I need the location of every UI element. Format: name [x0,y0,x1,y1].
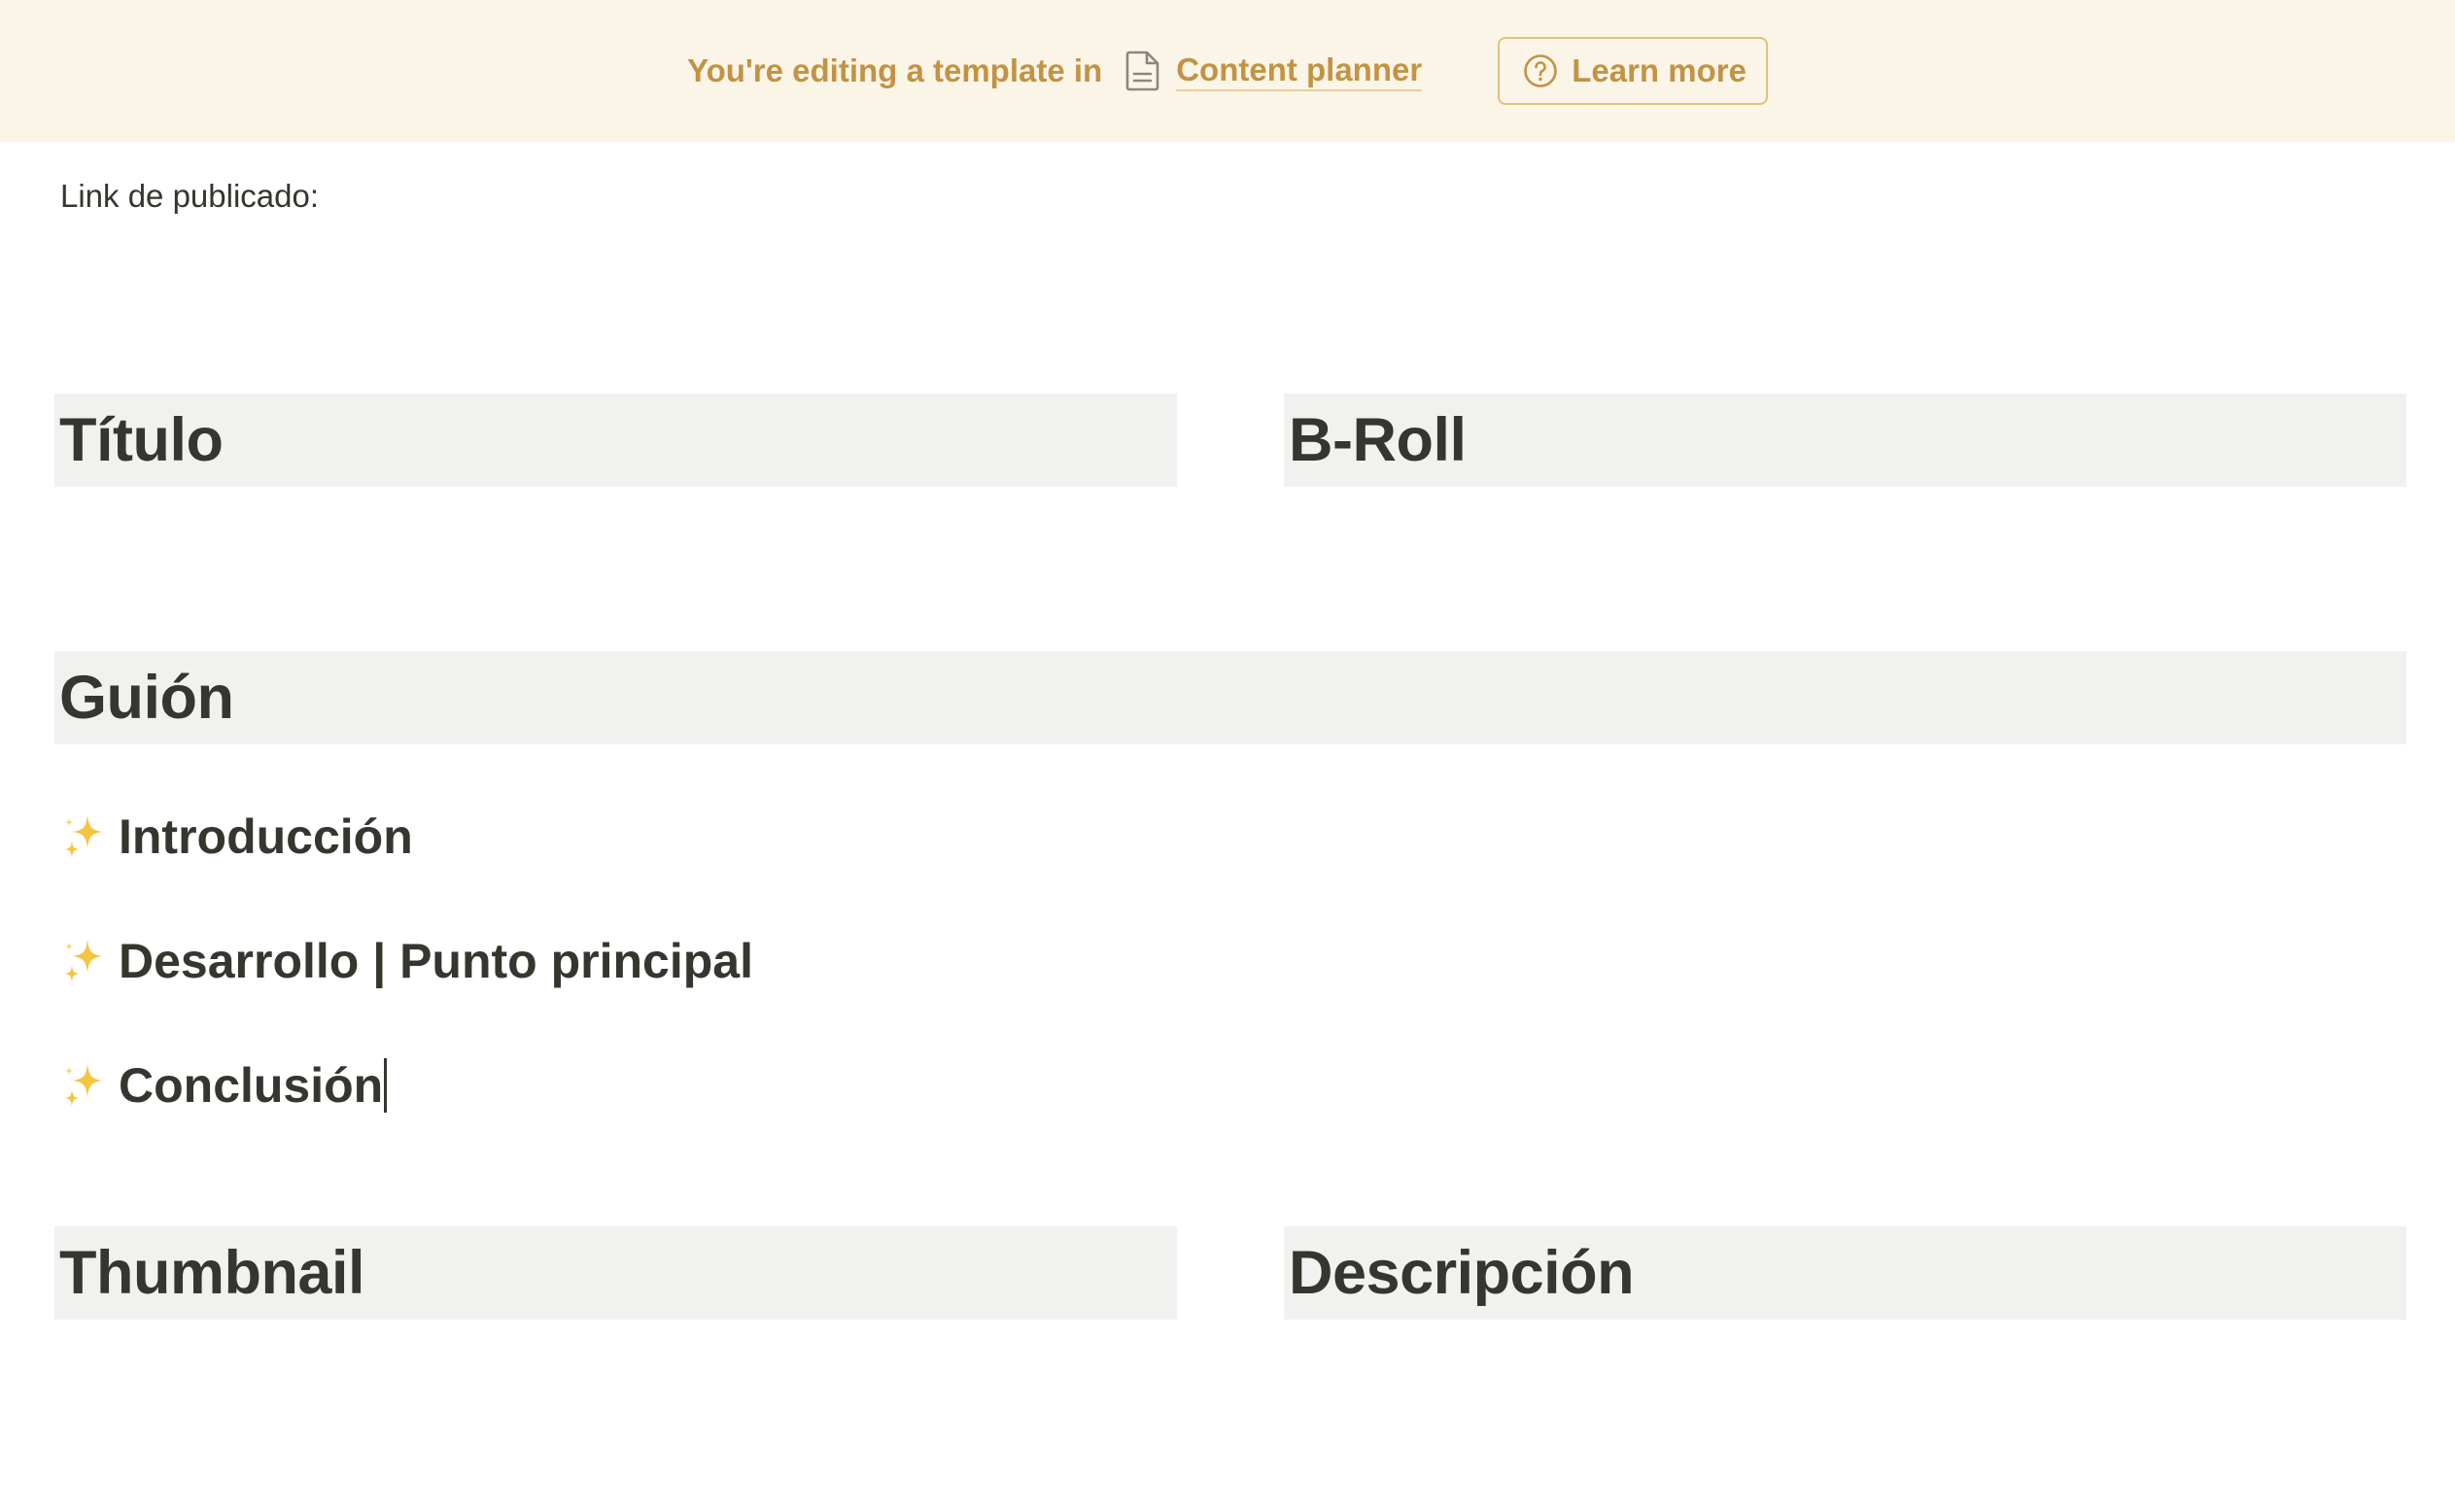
sparkles-icon [58,811,109,862]
template-banner: You're editing a template in Content pla… [0,0,2455,142]
section-label: Conclusión [119,1058,384,1113]
heading-guion[interactable]: Guión [54,651,2406,744]
template-banner-text: You're editing a template in [687,52,1103,88]
template-banner-content: You're editing a template in Content pla… [687,37,1768,105]
section-label: Desarrollo | Punto principal [119,934,753,988]
sparkles-icon [58,1060,109,1111]
content-planner-link[interactable]: Content planner [1176,52,1423,91]
section-label: Introducción [119,809,413,864]
published-link-property[interactable]: Link de publicado: [60,178,319,215]
heading-thumbnail-text: Thumbnail [59,1239,364,1307]
page-document-icon [1125,51,1160,91]
heading-broll[interactable]: B-Roll [1284,394,2406,487]
question-circle-icon [1523,53,1558,88]
heading-titulo[interactable]: Título [54,394,1177,487]
sparkles-icon [58,936,109,986]
heading-thumbnail[interactable]: Thumbnail [54,1226,1177,1320]
heading-guion-text: Guión [59,664,234,732]
heading-descripcion[interactable]: Descripción [1284,1226,2406,1320]
section-desarrollo[interactable]: Desarrollo | Punto principal [58,933,753,989]
section-conclusion[interactable]: Conclusión [58,1057,388,1114]
learn-more-label: Learn more [1572,52,1746,88]
heading-descripcion-text: Descripción [1289,1239,1635,1307]
learn-more-button[interactable]: Learn more [1498,37,1768,105]
text-cursor [384,1058,388,1113]
heading-titulo-text: Título [59,406,224,474]
heading-broll-text: B-Roll [1289,406,1467,474]
section-introduccion[interactable]: Introducción [58,808,413,865]
